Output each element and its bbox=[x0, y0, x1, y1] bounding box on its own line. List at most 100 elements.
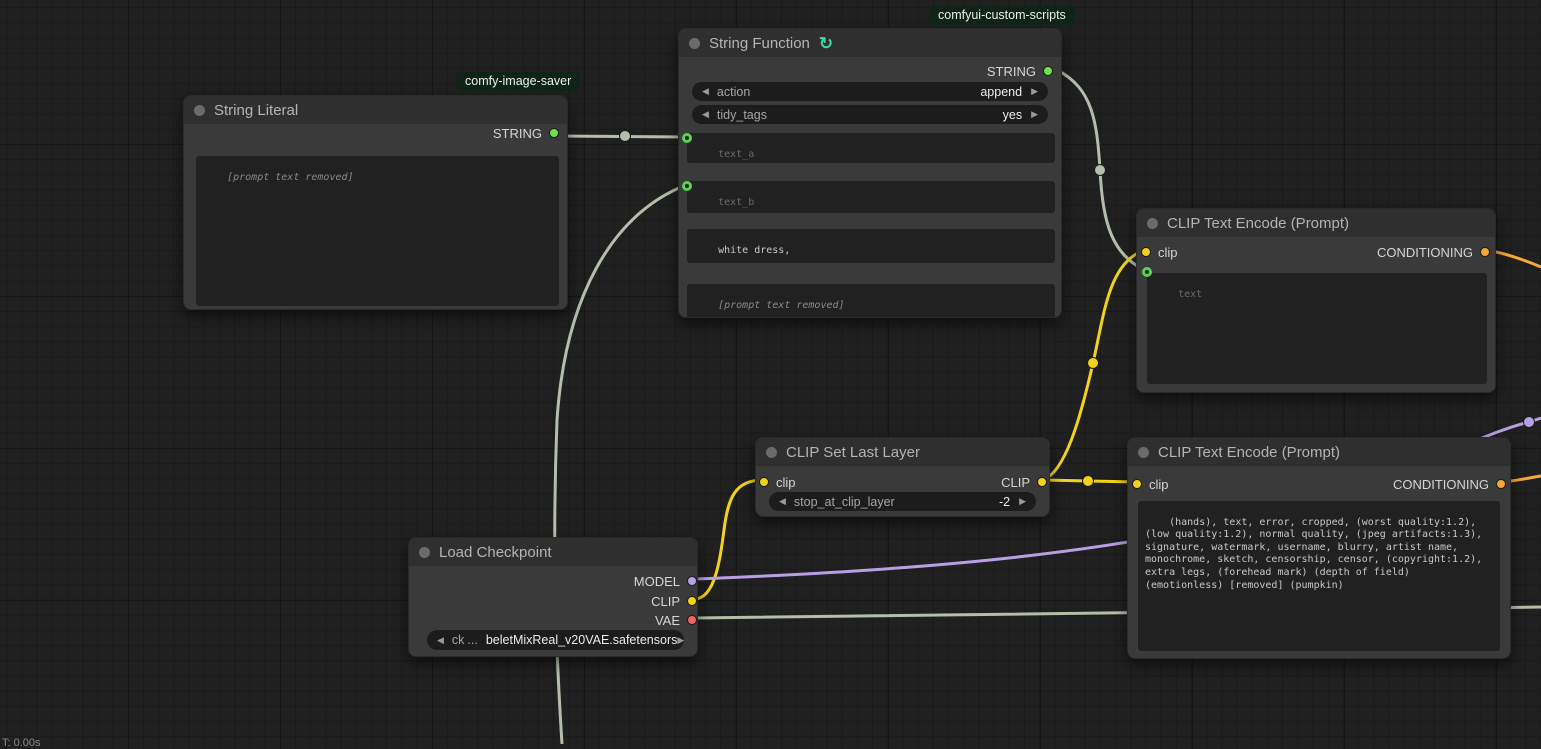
text-c-value: white dress, bbox=[718, 245, 790, 256]
widget-label: stop_at_clip_layer bbox=[794, 495, 991, 509]
input-slot-clip[interactable]: clip bbox=[1132, 478, 1169, 490]
node-title: Load Checkpoint bbox=[439, 544, 552, 561]
slot-label: VAE bbox=[655, 613, 680, 628]
node-title: String Literal bbox=[214, 102, 298, 119]
conditioning-output-dot[interactable] bbox=[1496, 479, 1506, 489]
node-titlebar[interactable]: String Function ↻ bbox=[679, 29, 1061, 57]
node-titlebar[interactable]: String Literal bbox=[184, 96, 567, 124]
result-preview-area[interactable]: [prompt text removed] bbox=[687, 284, 1055, 318]
widget-label: ck bbox=[452, 633, 465, 647]
widget-action[interactable]: ◀ action append ▶ bbox=[692, 82, 1048, 101]
node-titlebar[interactable]: Load Checkpoint bbox=[409, 538, 697, 566]
node-title: CLIP Text Encode (Prompt) bbox=[1158, 444, 1340, 461]
slot-label: CONDITIONING bbox=[1393, 477, 1489, 492]
widget-label-ellipsis: ... bbox=[467, 633, 477, 647]
string-output-dot[interactable] bbox=[1043, 66, 1053, 76]
input-slot-clip[interactable]: clip bbox=[1141, 246, 1178, 258]
collapse-dot-icon[interactable] bbox=[766, 447, 777, 458]
node-clip-text-encode-negative[interactable]: CLIP Text Encode (Prompt) clip CONDITION… bbox=[1127, 437, 1511, 659]
widget-right-arrow-icon[interactable]: ▶ bbox=[1031, 109, 1038, 120]
slot-label: CLIP bbox=[651, 594, 680, 609]
slot-label: CONDITIONING bbox=[1377, 245, 1473, 260]
slot-label: STRING bbox=[493, 126, 542, 141]
node-title: CLIP Set Last Layer bbox=[786, 444, 920, 461]
widget-stop-at-clip-layer[interactable]: ◀ stop_at_clip_layer -2 ▶ bbox=[769, 492, 1036, 511]
link-midpoint-dot bbox=[620, 131, 631, 142]
slot-label: clip bbox=[1158, 245, 1178, 260]
widget-right-arrow-icon[interactable]: ▶ bbox=[1031, 86, 1038, 97]
collapse-dot-icon[interactable] bbox=[1138, 447, 1149, 458]
widget-right-arrow-icon[interactable]: ▶ bbox=[1019, 496, 1026, 507]
clip-input-dot[interactable] bbox=[759, 477, 769, 487]
prompt-text-area[interactable]: text bbox=[1147, 273, 1487, 384]
link-midpoint-dot bbox=[1095, 165, 1106, 176]
collapse-dot-icon[interactable] bbox=[689, 38, 700, 49]
link-midpoint-dot bbox=[1083, 476, 1094, 487]
widget-ckpt-name[interactable]: ◀ ck ... beletMixReal_v20VAE.safetensors… bbox=[427, 630, 684, 650]
slot-label: STRING bbox=[987, 64, 1036, 79]
collapse-dot-icon[interactable] bbox=[419, 547, 430, 558]
text-placeholder: text bbox=[1178, 289, 1202, 300]
conditioning-output-dot[interactable] bbox=[1480, 247, 1490, 257]
slot-label: CLIP bbox=[1001, 475, 1030, 490]
text-a-placeholder: text_a bbox=[718, 149, 754, 160]
node-clip-text-encode-positive[interactable]: CLIP Text Encode (Prompt) clip CONDITION… bbox=[1136, 208, 1496, 393]
widget-label: action bbox=[717, 85, 972, 99]
collapse-dot-icon[interactable] bbox=[1147, 218, 1158, 229]
output-slot-conditioning[interactable]: CONDITIONING bbox=[1393, 478, 1506, 490]
slot-label: clip bbox=[1149, 477, 1169, 492]
text-b-placeholder: text_b bbox=[718, 197, 754, 208]
model-output-dot[interactable] bbox=[687, 576, 697, 586]
widget-value: beletMixReal_v20VAE.safetensors bbox=[486, 633, 678, 647]
widget-value: append bbox=[980, 85, 1022, 99]
input-slot-clip[interactable]: clip bbox=[759, 476, 796, 488]
redacted-prompt-text: [prompt text removed] bbox=[718, 300, 844, 311]
widget-right-arrow-icon[interactable]: ▶ bbox=[677, 635, 684, 646]
output-slot-string[interactable]: STRING bbox=[987, 65, 1053, 77]
widget-left-arrow-icon[interactable]: ◀ bbox=[702, 86, 709, 97]
clip-output-dot[interactable] bbox=[1037, 477, 1047, 487]
pysssss-swirl-icon: ↻ bbox=[819, 35, 833, 52]
output-slot-clip[interactable]: CLIP bbox=[651, 595, 697, 607]
clip-input-dot[interactable] bbox=[1141, 247, 1151, 257]
widget-tidy-tags[interactable]: ◀ tidy_tags yes ▶ bbox=[692, 105, 1048, 124]
string-literal-text-area[interactable]: [prompt text removed] bbox=[196, 156, 559, 306]
collapse-dot-icon[interactable] bbox=[194, 105, 205, 116]
widget-label: tidy_tags bbox=[717, 108, 995, 122]
link-midpoint-dot bbox=[1088, 358, 1099, 369]
node-clip-set-last-layer[interactable]: CLIP Set Last Layer clip CLIP ◀ stop_at_… bbox=[755, 437, 1050, 517]
text-a-area[interactable]: text_a bbox=[687, 133, 1055, 163]
node-titlebar[interactable]: CLIP Text Encode (Prompt) bbox=[1128, 438, 1510, 466]
clip-input-dot[interactable] bbox=[1132, 479, 1142, 489]
text-c-area[interactable]: white dress, bbox=[687, 229, 1055, 263]
output-slot-clip[interactable]: CLIP bbox=[1001, 476, 1047, 488]
node-title: String Function bbox=[709, 35, 810, 52]
negative-prompt-text: (hands), text, error, cropped, (worst qu… bbox=[1145, 517, 1488, 591]
vae-output-dot[interactable] bbox=[687, 615, 697, 625]
slot-label: clip bbox=[776, 475, 796, 490]
node-source-badge: comfyui-custom-scripts bbox=[929, 6, 1075, 25]
output-slot-vae[interactable]: VAE bbox=[655, 614, 697, 626]
text-b-input-dot[interactable] bbox=[682, 181, 692, 191]
node-titlebar[interactable]: CLIP Set Last Layer bbox=[756, 438, 1049, 466]
widget-left-arrow-icon[interactable]: ◀ bbox=[437, 635, 444, 646]
output-slot-model[interactable]: MODEL bbox=[634, 575, 697, 587]
output-slot-conditioning[interactable]: CONDITIONING bbox=[1377, 246, 1490, 258]
link-midpoint-dot bbox=[1524, 417, 1535, 428]
negative-prompt-text-area[interactable]: (hands), text, error, cropped, (worst qu… bbox=[1138, 501, 1500, 651]
output-slot-string[interactable]: STRING bbox=[493, 127, 559, 139]
node-load-checkpoint[interactable]: Load Checkpoint MODEL CLIP VAE ◀ ck ... … bbox=[408, 537, 698, 657]
node-string-function[interactable]: String Function ↻ STRING ◀ action append… bbox=[678, 28, 1062, 318]
node-titlebar[interactable]: CLIP Text Encode (Prompt) bbox=[1137, 209, 1495, 237]
timer-status-text: T: 0.00s bbox=[2, 737, 41, 749]
wire-offscreen-to-text-b bbox=[555, 185, 686, 744]
text-input-dot[interactable] bbox=[1142, 267, 1152, 277]
node-title: CLIP Text Encode (Prompt) bbox=[1167, 215, 1349, 232]
text-a-input-dot[interactable] bbox=[682, 133, 692, 143]
widget-left-arrow-icon[interactable]: ◀ bbox=[702, 109, 709, 120]
node-string-literal[interactable]: String Literal STRING [prompt text remov… bbox=[183, 95, 568, 310]
widget-left-arrow-icon[interactable]: ◀ bbox=[779, 496, 786, 507]
text-b-area[interactable]: text_b bbox=[687, 181, 1055, 213]
clip-output-dot[interactable] bbox=[687, 596, 697, 606]
string-output-dot[interactable] bbox=[549, 128, 559, 138]
